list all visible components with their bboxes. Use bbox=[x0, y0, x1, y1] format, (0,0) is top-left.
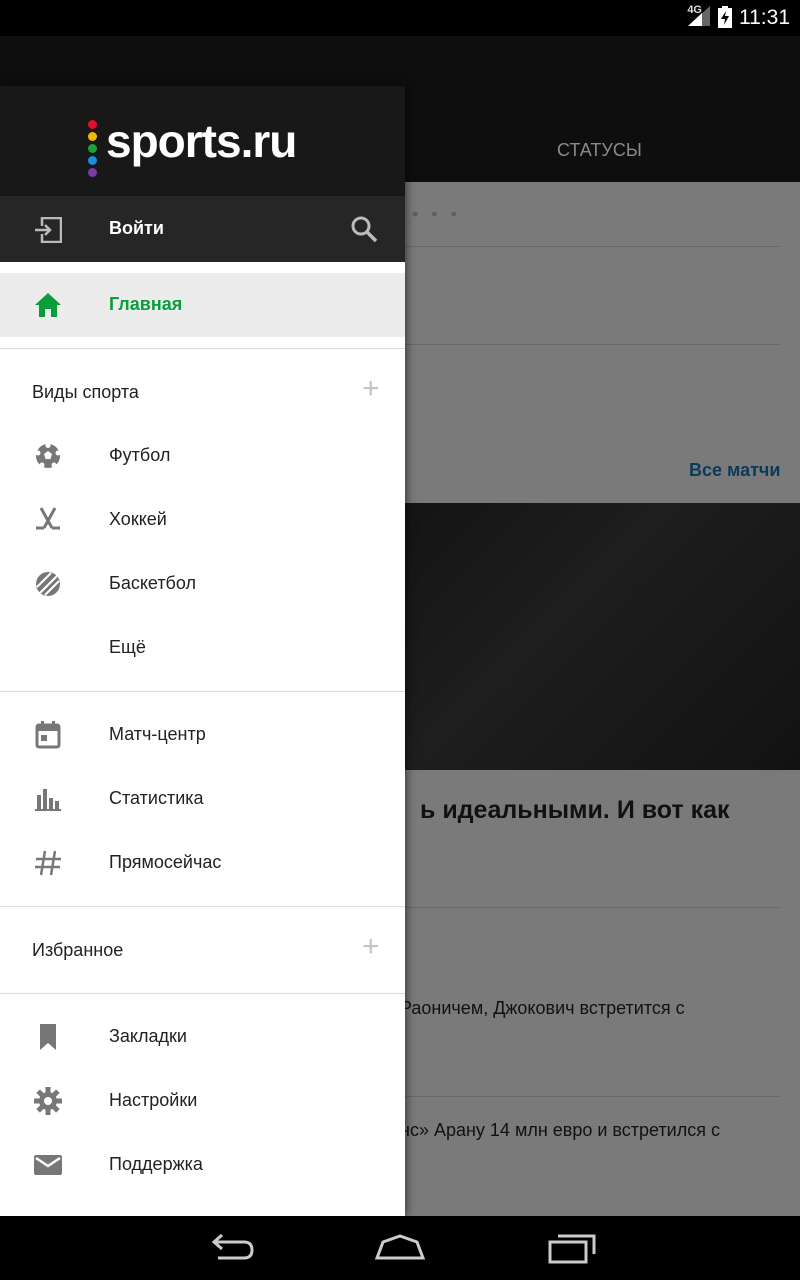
menu-item-more[interactable]: Ещё bbox=[0, 616, 405, 680]
section-favorites: Избранное + bbox=[0, 920, 405, 980]
section-title: Избранное bbox=[32, 940, 124, 960]
divider bbox=[405, 1096, 780, 1097]
recent-apps-icon[interactable] bbox=[544, 1230, 598, 1266]
status-bar: 4G 11:31 bbox=[0, 0, 800, 36]
system-nav-bar bbox=[0, 1216, 800, 1280]
clock: 11:31 bbox=[739, 6, 790, 29]
logo-dots bbox=[88, 120, 98, 180]
divider bbox=[0, 348, 405, 349]
add-sport-button[interactable]: + bbox=[362, 374, 380, 404]
app-logo: sports.ru bbox=[106, 115, 297, 167]
menu-label: Матч-центр bbox=[109, 724, 206, 744]
hockey-sticks-icon bbox=[36, 507, 60, 530]
menu-item-home[interactable]: Главная bbox=[0, 273, 405, 337]
login-bar: Войти bbox=[0, 196, 405, 262]
divider bbox=[0, 691, 405, 692]
login-button[interactable]: Войти bbox=[109, 218, 164, 239]
tab-statuses: СТАТУСЫ bbox=[557, 140, 642, 160]
signal-icon bbox=[688, 6, 710, 26]
menu-label: Прямосейчас bbox=[109, 852, 222, 872]
background-dots: • • • bbox=[412, 204, 461, 224]
menu-item-bookmarks[interactable]: Закладки bbox=[0, 1005, 405, 1069]
login-icon[interactable] bbox=[34, 217, 62, 243]
bar-chart-icon bbox=[35, 789, 61, 811]
divider bbox=[0, 906, 405, 907]
menu-label: Хоккей bbox=[109, 509, 167, 529]
home-icon bbox=[35, 293, 61, 317]
gear-icon bbox=[34, 1087, 62, 1115]
soccer-ball-icon bbox=[35, 443, 61, 468]
calendar-icon bbox=[35, 721, 61, 749]
battery-icon bbox=[718, 6, 732, 28]
menu-item-match-center[interactable]: Матч-центр bbox=[0, 703, 405, 767]
divider bbox=[0, 993, 405, 994]
news-image bbox=[405, 503, 800, 770]
menu-item-hockey[interactable]: Хоккей bbox=[0, 488, 405, 552]
menu-label: Ещё bbox=[109, 637, 146, 657]
bookmark-icon bbox=[40, 1024, 56, 1050]
menu-item-basketball[interactable]: Баскетбол bbox=[0, 552, 405, 616]
menu-label: Настройки bbox=[109, 1090, 198, 1110]
back-icon[interactable] bbox=[204, 1230, 258, 1266]
navigation-drawer: sports.ru Войти Главная Виды спорта + Фу… bbox=[0, 86, 405, 1216]
menu-label: Баскетбол bbox=[109, 573, 196, 593]
drawer-header: sports.ru bbox=[0, 86, 405, 196]
search-icon[interactable] bbox=[350, 215, 378, 243]
menu-item-football[interactable]: Футбол bbox=[0, 424, 405, 488]
menu-label: Закладки bbox=[109, 1026, 187, 1046]
menu-label: Статистика bbox=[109, 788, 204, 808]
news-headline: ь идеальными. И вот как bbox=[420, 796, 730, 824]
hashtag-icon bbox=[35, 850, 61, 876]
menu-label: Футбол bbox=[109, 445, 171, 465]
menu-item-settings[interactable]: Настройки bbox=[0, 1069, 405, 1133]
menu-label: Главная bbox=[109, 294, 183, 314]
all-matches-link: Все матчи bbox=[689, 460, 781, 480]
divider bbox=[405, 907, 780, 908]
section-title: Виды спорта bbox=[32, 382, 139, 402]
mail-icon bbox=[34, 1155, 62, 1175]
basketball-icon bbox=[36, 572, 60, 596]
section-sports: Виды спорта + bbox=[0, 362, 405, 422]
menu-item-support[interactable]: Поддержка bbox=[0, 1133, 405, 1197]
menu-item-statistics[interactable]: Статистика bbox=[0, 767, 405, 831]
divider bbox=[405, 246, 780, 247]
menu-label: Поддержка bbox=[109, 1154, 203, 1174]
home-nav-icon[interactable] bbox=[373, 1230, 427, 1266]
news-text: Раоничем, Джокович встретится с bbox=[400, 998, 685, 1018]
divider bbox=[405, 344, 780, 345]
menu-item-live-now[interactable]: Прямосейчас bbox=[0, 831, 405, 895]
add-favorite-button[interactable]: + bbox=[362, 932, 380, 962]
news-text: нс» Арану 14 млн евро и встретился с bbox=[400, 1120, 720, 1140]
